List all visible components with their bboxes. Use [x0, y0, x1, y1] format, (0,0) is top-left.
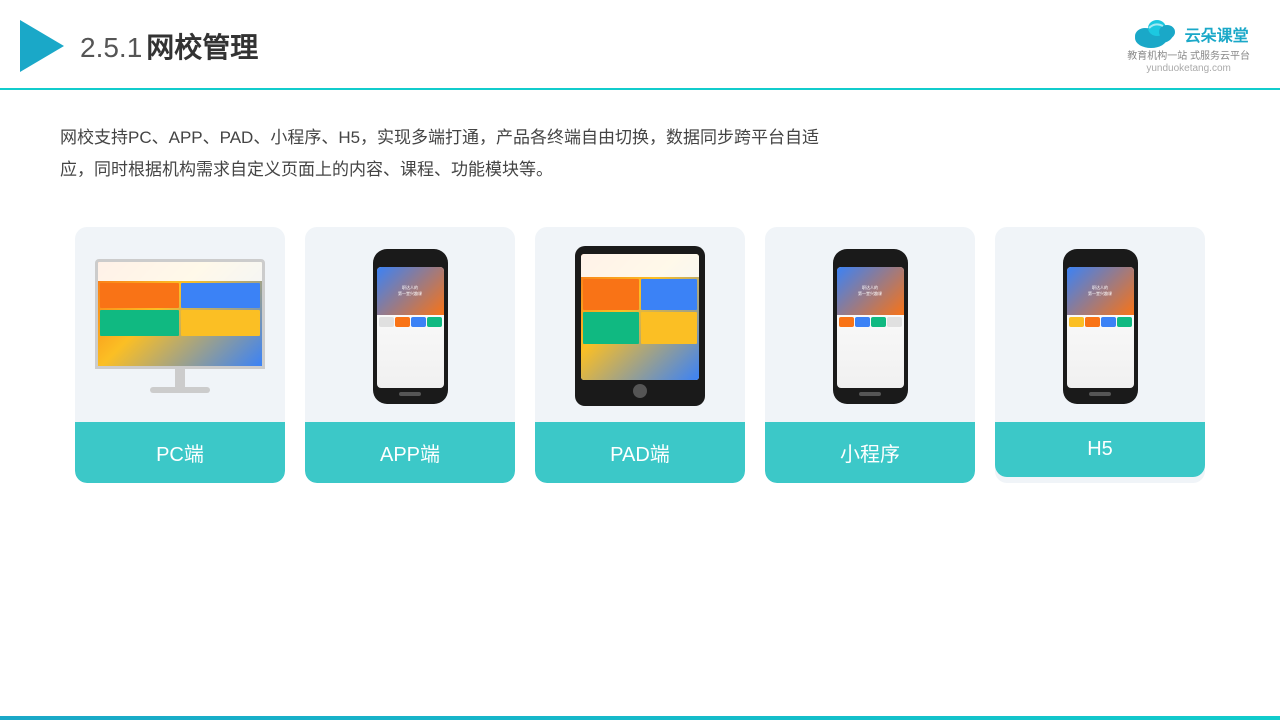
- card-h5-image: 职达人的第一堂兴趣课: [995, 227, 1205, 422]
- title-text: 网校管理: [146, 32, 258, 63]
- tablet-home-button: [633, 384, 647, 398]
- phone-notch: [398, 257, 422, 263]
- logo-subtitle: 教育机构一站 式服务云平台: [1127, 50, 1250, 63]
- title-number: 2.5.1: [80, 32, 142, 63]
- cards-container: PC端 职达人的第一堂兴趣课: [0, 197, 1280, 503]
- card-pc: PC端: [75, 227, 285, 483]
- bottom-border: [0, 716, 1280, 720]
- card-pc-image: [75, 227, 285, 422]
- cloud-icon: [1129, 18, 1181, 50]
- phone-screen: 职达人的第一堂兴趣课: [377, 267, 444, 388]
- card-pc-label: PC端: [75, 422, 285, 483]
- play-icon: [20, 20, 64, 72]
- h5-screen: 职达人的第一堂兴趣课: [1067, 267, 1134, 388]
- app-screen-content: 职达人的第一堂兴趣课: [377, 267, 444, 388]
- card-app-image: 职达人的第一堂兴趣课: [305, 227, 515, 422]
- card-pad-image: [535, 227, 745, 422]
- pc-screen-content: [98, 262, 262, 366]
- card-h5-label: H5: [995, 422, 1205, 477]
- phone-home-button-2: [859, 392, 881, 396]
- phone-home-button: [399, 392, 421, 396]
- card-miniapp-image: 职达人的第一堂兴趣课: [765, 227, 975, 422]
- phone-notch-3: [1088, 257, 1112, 263]
- logo-icon: 云朵课堂: [1129, 18, 1249, 50]
- phone-notch-2: [858, 257, 882, 263]
- description-text: 网校支持PC、APP、PAD、小程序、H5，实现多端打通，产品各终端自由切换，数…: [0, 90, 900, 197]
- phone-mockup-h5: 职达人的第一堂兴趣课: [1063, 249, 1138, 404]
- card-h5: 职达人的第一堂兴趣课 H5: [995, 227, 1205, 483]
- card-miniapp-label: 小程序: [765, 422, 975, 483]
- h5-screen-content: 职达人的第一堂兴趣课: [1067, 267, 1134, 388]
- phone-mockup-app: 职达人的第一堂兴趣课: [373, 249, 448, 404]
- miniapp-screen-content: 职达人的第一堂兴趣课: [837, 267, 904, 388]
- logo-area: 云朵课堂 教育机构一站 式服务云平台 yunduoketang.com: [1127, 18, 1250, 74]
- tablet-screen: [581, 254, 699, 380]
- monitor-base: [150, 387, 210, 393]
- card-app-label: APP端: [305, 422, 515, 483]
- page-title: 2.5.1网校管理: [80, 26, 258, 66]
- page-header: 2.5.1网校管理 云朵课堂 教育机构一站 式服务云平台 yunduoketan…: [0, 0, 1280, 90]
- pad-screen-content: [581, 254, 699, 380]
- description-paragraph: 网校支持PC、APP、PAD、小程序、H5，实现多端打通，产品各终端自由切换，数…: [60, 122, 840, 187]
- logo-text: 云朵课堂: [1185, 22, 1249, 46]
- card-pad-label: PAD端: [535, 422, 745, 483]
- monitor-screen: [95, 259, 265, 369]
- header-left: 2.5.1网校管理: [20, 20, 258, 72]
- card-miniapp: 职达人的第一堂兴趣课 小程序: [765, 227, 975, 483]
- card-pad: PAD端: [535, 227, 745, 483]
- miniapp-screen: 职达人的第一堂兴趣课: [837, 267, 904, 388]
- phone-mockup-miniapp: 职达人的第一堂兴趣课: [833, 249, 908, 404]
- logo-url: yunduoketang.com: [1146, 63, 1231, 74]
- phone-home-button-3: [1089, 392, 1111, 396]
- monitor-mockup: [93, 259, 268, 393]
- tablet-mockup: [575, 246, 705, 406]
- monitor-stand: [175, 369, 185, 387]
- card-app: 职达人的第一堂兴趣课 APP端: [305, 227, 515, 483]
